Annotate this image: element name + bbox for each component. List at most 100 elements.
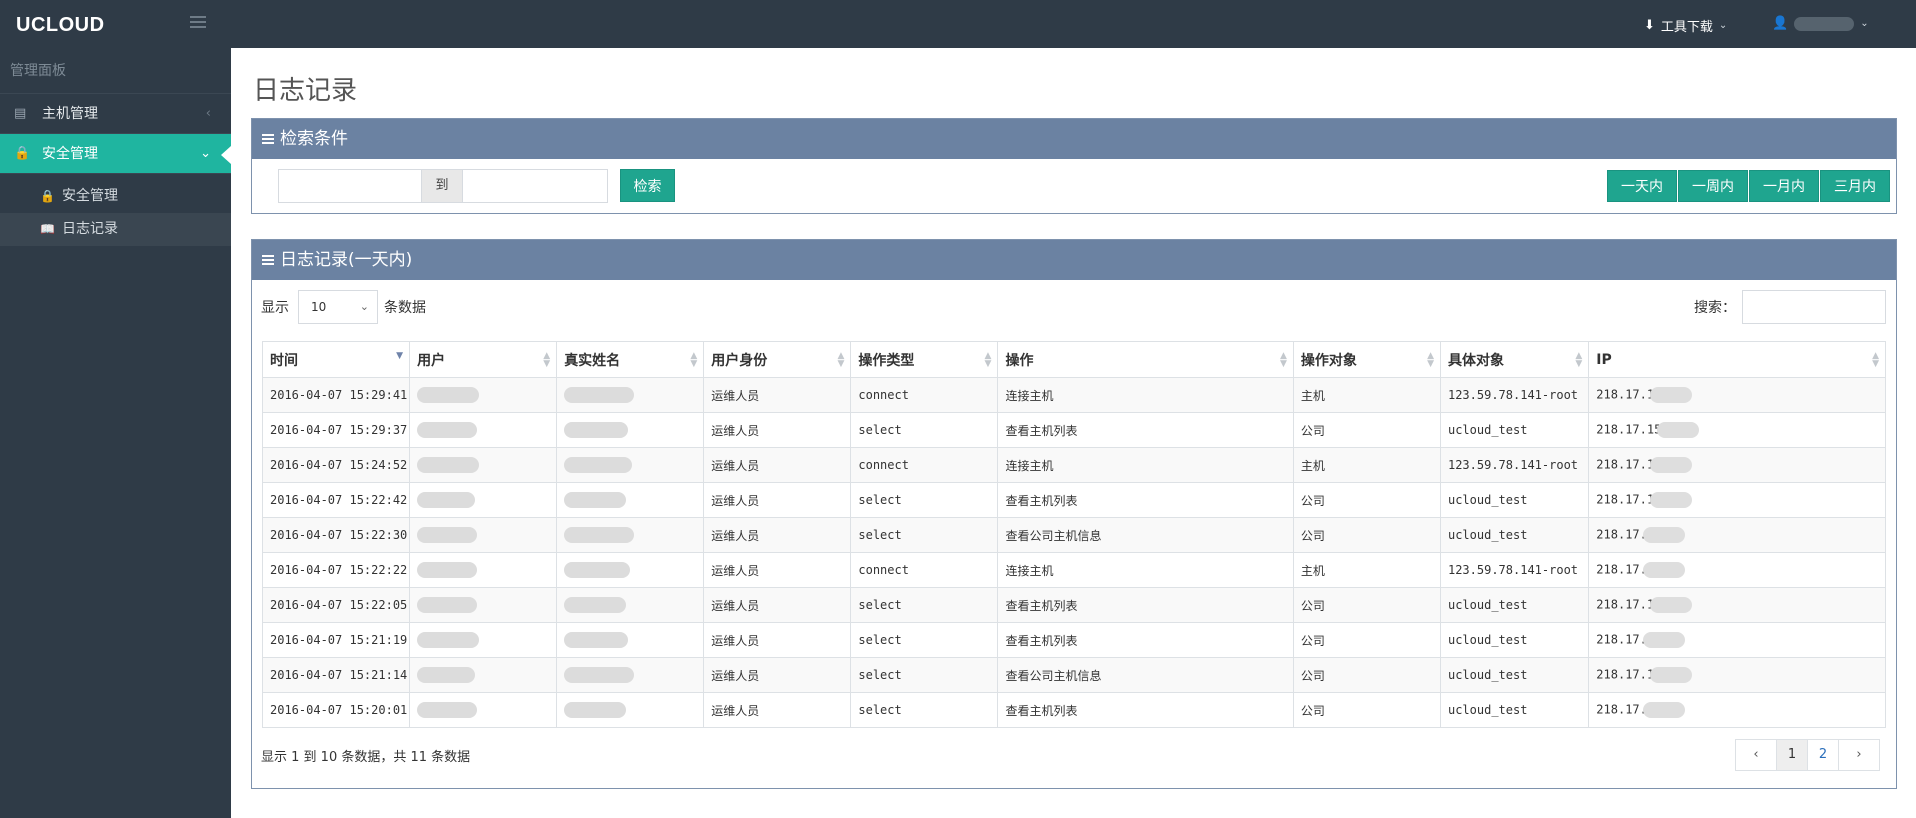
range-one-week-button[interactable]: 一周内 <box>1678 170 1748 202</box>
table-row[interactable]: 2016-04-07 15:29:37 运维人员 select 查看主机列表 公司 ucl… <box>261 412 1886 448</box>
sort-icon: ▲ ▼ <box>1872 351 1879 369</box>
sidebar-subitem-security[interactable]: 🔒 安全管理 <box>0 180 231 213</box>
cell-role: 运维人员 <box>703 482 852 518</box>
cell-time: 2016-04-07 15:24:52 <box>261 447 411 483</box>
date-from-input[interactable] <box>278 169 422 203</box>
page-title: 日志记录 <box>253 76 358 106</box>
cell-user <box>409 552 558 588</box>
lock-icon: 🔒 <box>40 189 55 203</box>
column-header-ip[interactable]: IP ▲ ▼ <box>1588 341 1886 378</box>
table-row[interactable]: 2016-04-07 15:24:52 运维人员 connect 连接主机 主机 123.… <box>261 447 1886 483</box>
cell-user <box>409 447 558 483</box>
table-row[interactable]: 2016-04-07 15:21:19 运维人员 select 查看主机列表 公司 ucl… <box>261 622 1886 658</box>
pagination-page-2[interactable]: 2 <box>1807 739 1839 771</box>
cell-ip: 218.17. <box>1588 692 1886 728</box>
redacted-value <box>564 597 627 613</box>
sidebar-item-host-management[interactable]: ▤ 主机管理 ‹ <box>0 94 231 134</box>
redacted-value <box>1650 667 1693 683</box>
column-header-time[interactable]: 时间 ▼ <box>261 341 411 378</box>
cell-op-type: select <box>850 482 999 518</box>
redacted-value <box>1642 527 1685 543</box>
username-redacted <box>1794 16 1855 31</box>
rows-label: 条数据 <box>384 300 426 316</box>
cell-operation: 查看主机列表 <box>997 692 1294 728</box>
column-header-target[interactable]: 操作对象 ▲ ▼ <box>1292 341 1441 378</box>
date-to-input[interactable] <box>462 169 608 203</box>
cell-user <box>409 412 558 448</box>
pagination-page-1[interactable]: 1 <box>1776 739 1808 771</box>
range-three-months-button[interactable]: 三月内 <box>1820 170 1890 202</box>
cell-real-name <box>556 587 705 623</box>
list-icon <box>262 134 274 144</box>
tools-download-label: 工具下载 <box>1660 20 1713 35</box>
cell-op-type: select <box>850 622 999 658</box>
book-icon: 📖 <box>40 222 55 236</box>
column-header-user[interactable]: 用户 ▲ ▼ <box>409 341 558 378</box>
table-row[interactable]: 2016-04-07 15:22:42 运维人员 select 查看主机列表 公司 ucl… <box>261 482 1886 518</box>
cell-time: 2016-04-07 15:29:37 <box>261 412 411 448</box>
table-row[interactable]: 2016-04-07 15:22:22 运维人员 connect 连接主机 主机 123.… <box>261 552 1886 588</box>
redacted-value <box>417 632 480 648</box>
cell-time: 2016-04-07 15:22:05 <box>261 587 411 623</box>
cell-ip: 218.17. <box>1588 622 1886 658</box>
sort-desc-icon: ▼ <box>396 351 404 361</box>
redacted-value <box>417 387 480 403</box>
redacted-value <box>1657 422 1700 438</box>
column-header-op-type[interactable]: 操作类型 ▲ ▼ <box>850 341 999 378</box>
table-row[interactable]: 2016-04-07 15:20:01 运维人员 select 查看主机列表 公司 ucl… <box>261 692 1886 728</box>
pagination-prev-button[interactable]: ‹ <box>1735 739 1777 771</box>
table-header-row: 时间 ▼ 用户 ▲ ▼ 真实姓名 ▲ ▼ 用户身份 ▲ ▼ 操作类型 ▲ ▼ 操作 ▲ ▼ 操作对象 ▲… <box>261 341 1886 378</box>
redacted-value <box>564 667 635 683</box>
range-one-month-button[interactable]: 一月内 <box>1749 170 1819 202</box>
table-row[interactable]: 2016-04-07 15:22:05 运维人员 select 查看主机列表 公司 ucl… <box>261 587 1886 623</box>
table-row[interactable]: 2016-04-07 15:22:30 运维人员 select 查看公司主机信息 公司 u… <box>261 517 1886 553</box>
cell-ip: 218.17.1 <box>1588 482 1886 518</box>
sort-icon: ▲ ▼ <box>984 351 992 369</box>
cell-ip: 218.17. <box>1588 552 1886 588</box>
range-one-day-button[interactable]: 一天内 <box>1607 170 1677 202</box>
user-menu[interactable]: 👤 ⌄ <box>1772 16 1869 31</box>
cell-ip: 218.17.1 <box>1588 447 1886 483</box>
cell-operation: 查看公司主机信息 <box>997 657 1294 693</box>
sidebar-item-label: 主机管理 <box>42 106 98 122</box>
table-search-input[interactable] <box>1742 290 1886 324</box>
sidebar-header: 管理面板 <box>0 48 231 94</box>
cell-target: 公司 <box>1292 517 1441 553</box>
brand-logo[interactable]: UCLOUD <box>16 14 105 37</box>
cell-real-name <box>556 657 705 693</box>
column-header-real-name[interactable]: 真实姓名 ▲ ▼ <box>556 341 705 378</box>
sidebar-subitem-label: 日志记录 <box>62 221 118 237</box>
page-length-select[interactable]: 10 ⌄ <box>298 290 378 324</box>
page-length-value: 10 <box>311 300 327 314</box>
search-button[interactable]: 检索 <box>620 169 675 202</box>
column-header-role[interactable]: 用户身份 ▲ ▼ <box>703 341 852 378</box>
sort-icon: ▲ ▼ <box>543 351 551 369</box>
cell-op-type: select <box>850 412 999 448</box>
cell-op-type: connect <box>850 377 999 413</box>
sidebar-item-security-management[interactable]: 🔒 安全管理 ⌄ <box>0 134 231 174</box>
tools-download-menu[interactable]: ⬇ 工具下载 ⌄ <box>1644 16 1727 35</box>
column-header-operation[interactable]: 操作 ▲ ▼ <box>997 341 1294 378</box>
cell-real-name <box>556 412 705 448</box>
table-row[interactable]: 2016-04-07 15:21:14 运维人员 select 查看公司主机信息 公司 u… <box>261 657 1886 693</box>
table-row[interactable]: 2016-04-07 15:29:41 运维人员 connect 连接主机 主机 123.… <box>261 377 1886 413</box>
redacted-value <box>1650 387 1693 403</box>
top-navbar: UCLOUD ⬇ 工具下载 ⌄ 👤 ⌄ <box>0 0 1916 48</box>
show-label: 显示 <box>261 300 289 316</box>
chevron-down-icon: ⌄ <box>200 146 211 161</box>
cell-role: 运维人员 <box>703 622 852 658</box>
redacted-value <box>564 457 633 473</box>
cell-detail: 123.59.78.141-root <box>1439 552 1590 588</box>
cell-operation: 连接主机 <box>997 377 1294 413</box>
cell-real-name <box>556 552 705 588</box>
cell-target: 公司 <box>1292 482 1441 518</box>
cell-role: 运维人员 <box>703 657 852 693</box>
cell-ip: 218.17.15 <box>1588 412 1886 448</box>
column-header-detail[interactable]: 具体对象 ▲ ▼ <box>1439 341 1590 378</box>
cell-detail: ucloud_test <box>1439 657 1590 693</box>
hamburger-icon[interactable] <box>190 16 206 30</box>
pagination-next-button[interactable]: › <box>1838 739 1880 771</box>
user-icon: 👤 <box>1772 16 1789 31</box>
cell-target: 公司 <box>1292 657 1441 693</box>
sidebar-subitem-log-records[interactable]: 📖 日志记录 <box>0 213 231 246</box>
